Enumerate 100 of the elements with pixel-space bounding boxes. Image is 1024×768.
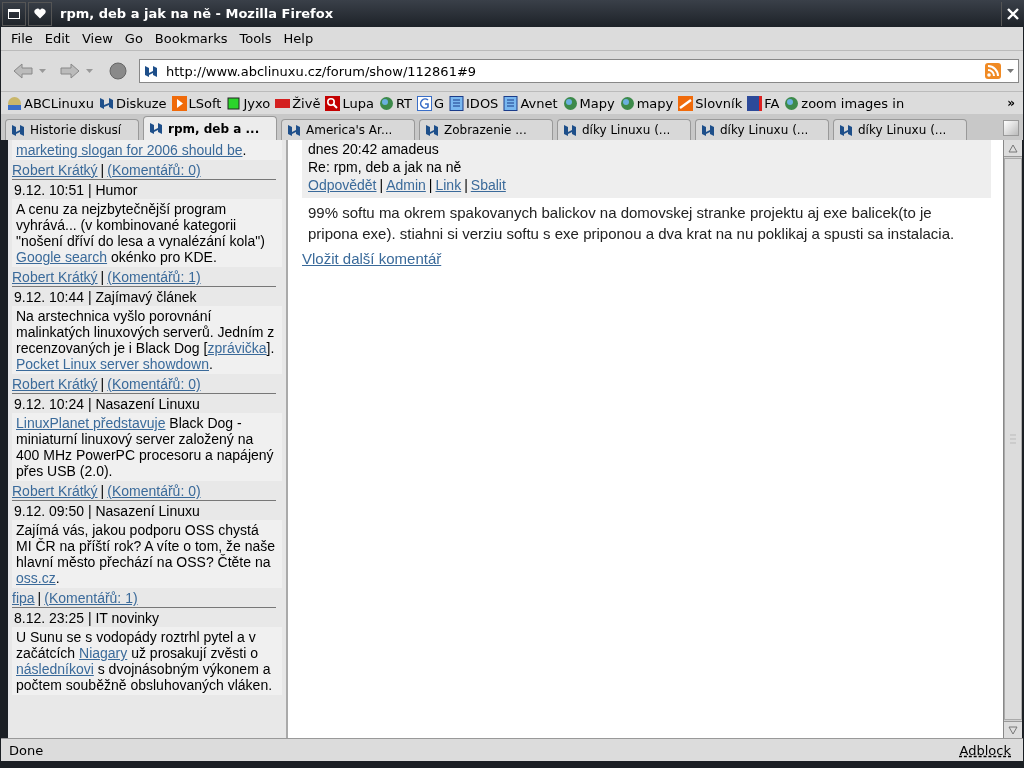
window-menu-icon[interactable] bbox=[2, 1, 26, 26]
scroll-down-icon[interactable] bbox=[1008, 725, 1018, 735]
dropdown-icon[interactable] bbox=[1007, 69, 1014, 73]
news-link[interactable]: oss.cz bbox=[16, 570, 56, 586]
bookmark-item[interactable]: Lupa bbox=[325, 95, 374, 111]
status-text: Done bbox=[9, 742, 44, 758]
document-icon bbox=[449, 95, 465, 111]
news-text: U Sunu se s vodopády roztrhl pytel a v začátcích Niagary už prosakují zvěsti o následníkovi s dvojnásobným výkonem a počtem souběžně obsluhovaných vláken. bbox=[12, 627, 282, 695]
comment-action-link[interactable]: Odpovědět bbox=[308, 177, 377, 193]
bookmark-item[interactable]: G bbox=[416, 95, 445, 111]
author-link[interactable]: (Komentářů: 0) bbox=[107, 162, 201, 178]
news-link[interactable]: LinuxPlanet představuje bbox=[16, 415, 166, 431]
author-link[interactable]: (Komentářů: 1) bbox=[107, 269, 201, 285]
news-link[interactable]: Google search bbox=[16, 249, 108, 265]
add-comment-link[interactable]: Vložit další komentář bbox=[302, 250, 442, 267]
separator: | bbox=[100, 269, 105, 285]
square-icon bbox=[226, 95, 242, 111]
globe-icon bbox=[562, 95, 578, 111]
author-link[interactable]: (Komentářů: 1) bbox=[44, 590, 138, 606]
author-link[interactable]: (Komentářů: 0) bbox=[107, 376, 201, 392]
stop-icon[interactable] bbox=[109, 62, 127, 80]
menu-item[interactable]: File bbox=[5, 31, 39, 46]
site-logo-icon bbox=[701, 123, 715, 137]
news-link[interactable]: následníkovi bbox=[16, 661, 94, 677]
browser-tab[interactable]: rpm, deb a ... bbox=[143, 116, 277, 140]
address-field[interactable]: http://www.abclinuxu.cz/forum/show/112861#9 bbox=[139, 59, 1019, 83]
comment-text: 99% softu ma okrem spakovanych balickov na domovskej stranke projektu aj exe balicek(to je pripona exe). stiahni si verziu softu s exe priponou a dva krat na nu poklikaj a spusti sa instalacia. bbox=[308, 203, 956, 244]
site-logo-icon bbox=[11, 123, 25, 137]
news-text: Na arstechnica vyšlo porovnání malinkatých linuxových serverů. Jedním z recenzovaných je i Black Dog [zprávička]. Pocket Linux server showdown. bbox=[12, 306, 282, 374]
bookmark-item[interactable]: Avnet bbox=[503, 95, 558, 111]
news-link[interactable]: Pocket Linux server showdown bbox=[16, 356, 209, 372]
author-link[interactable]: Robert Krátký bbox=[12, 376, 98, 392]
menu-item[interactable]: Edit bbox=[38, 31, 76, 46]
news-link[interactable]: Niagary bbox=[79, 645, 128, 661]
news-text: marketing slogan for 2006 should be. bbox=[12, 140, 282, 160]
separator: | bbox=[37, 590, 42, 606]
site-logo-icon bbox=[563, 123, 577, 137]
author-link[interactable]: (Komentářů: 0) bbox=[107, 483, 201, 499]
window-title: rpm, deb a jak na ně - Mozilla Firefox bbox=[60, 6, 335, 21]
author-link[interactable]: Robert Krátký bbox=[12, 162, 98, 178]
letter-logo-icon bbox=[416, 95, 432, 111]
news-heading: 9.12. 09:50 | Nasazení Linuxu bbox=[13, 502, 201, 520]
browser-tab[interactable]: America's Ar... bbox=[281, 119, 415, 140]
site-logo-icon bbox=[425, 123, 439, 137]
comment-action-link[interactable]: Sbalit bbox=[470, 177, 506, 193]
site-logo-icon bbox=[98, 95, 114, 111]
scroll-up-icon[interactable] bbox=[1008, 143, 1018, 153]
tab-close-button[interactable] bbox=[1003, 120, 1019, 136]
browser-tab[interactable]: Zobrazenie ... bbox=[419, 119, 553, 140]
comment-action-link[interactable]: Link bbox=[435, 177, 462, 193]
separator: | bbox=[428, 177, 433, 193]
bookmark-item[interactable]: Slovník bbox=[678, 95, 743, 111]
site-logo-icon bbox=[144, 64, 158, 78]
dropdown-icon[interactable] bbox=[86, 69, 93, 73]
author-link[interactable]: Robert Krátký bbox=[12, 269, 98, 285]
bookmark-item[interactable]: zoom images in bbox=[784, 95, 905, 111]
bookmark-item[interactable]: Živě bbox=[275, 95, 321, 111]
bookmark-item[interactable]: ABCLinuxu bbox=[7, 95, 94, 111]
globe-icon bbox=[378, 95, 394, 111]
bookmark-item[interactable]: Jyxo bbox=[226, 95, 271, 111]
news-heading: 9.12. 10:24 | Nasazení Linuxu bbox=[13, 395, 201, 413]
menu-item[interactable]: Tools bbox=[233, 31, 278, 46]
menu-item[interactable]: Go bbox=[118, 31, 149, 46]
bookmark-item[interactable]: LSoft bbox=[171, 95, 222, 111]
separator: | bbox=[100, 376, 105, 392]
back-icon[interactable] bbox=[13, 63, 33, 79]
comment-action-link[interactable]: Admin bbox=[386, 177, 426, 193]
comment-subject: Re: rpm, deb a jak na ně bbox=[308, 158, 463, 176]
bookmark-item[interactable]: FA bbox=[747, 95, 780, 111]
play-icon bbox=[171, 95, 187, 111]
menu-item[interactable]: View bbox=[75, 31, 119, 46]
author-link[interactable]: fipa bbox=[12, 590, 35, 606]
news-link[interactable]: zprávička bbox=[207, 340, 267, 356]
news-text: LinuxPlanet představuje Black Dog - miniaturní linuxový server založený na 400 MHz PowerPC procesoru a napájený přes USB (2.0). bbox=[12, 413, 282, 481]
more-bookmarks-button[interactable]: » bbox=[1007, 96, 1015, 110]
adblock-button[interactable]: Adblock bbox=[959, 742, 1011, 758]
globe-icon bbox=[619, 95, 635, 111]
bookmark-item[interactable]: IDOS bbox=[449, 95, 499, 111]
separator: | bbox=[379, 177, 384, 193]
forward-icon[interactable] bbox=[60, 63, 80, 79]
news-text: Zajímá vás, jakou podporu OSS chystá MI ČR na příští rok? A víte o tom, že naše hlavní město přechází na OSS? Čtěte na oss.cz. bbox=[12, 520, 282, 588]
browser-tab[interactable]: Historie diskusí bbox=[5, 119, 139, 140]
bookmark-item[interactable]: mapy bbox=[619, 95, 674, 111]
dropdown-icon[interactable] bbox=[39, 69, 46, 73]
stripe-icon bbox=[678, 95, 694, 111]
browser-tab[interactable]: díky Linuxu (... bbox=[695, 119, 829, 140]
bookmark-item[interactable]: RT bbox=[378, 95, 412, 111]
menu-item[interactable]: Help bbox=[277, 31, 320, 46]
rss-icon[interactable] bbox=[985, 63, 1001, 79]
browser-tab[interactable]: díky Linuxu (... bbox=[833, 119, 967, 140]
separator: | bbox=[464, 177, 468, 193]
comment-meta: dnes 20:42 amadeus bbox=[308, 140, 440, 158]
menu-item[interactable]: Bookmarks bbox=[148, 31, 234, 46]
bookmark-item[interactable]: Mapy bbox=[562, 95, 615, 111]
news-heading: 9.12. 10:51 | Humor bbox=[13, 181, 139, 199]
browser-tab[interactable]: díky Linuxu (... bbox=[557, 119, 691, 140]
flag-icon bbox=[747, 95, 763, 111]
news-heading: 8.12. 23:25 | IT novinky bbox=[13, 609, 161, 627]
author-link[interactable]: Robert Krátký bbox=[12, 483, 98, 499]
bookmark-item[interactable]: Diskuze bbox=[98, 95, 167, 111]
